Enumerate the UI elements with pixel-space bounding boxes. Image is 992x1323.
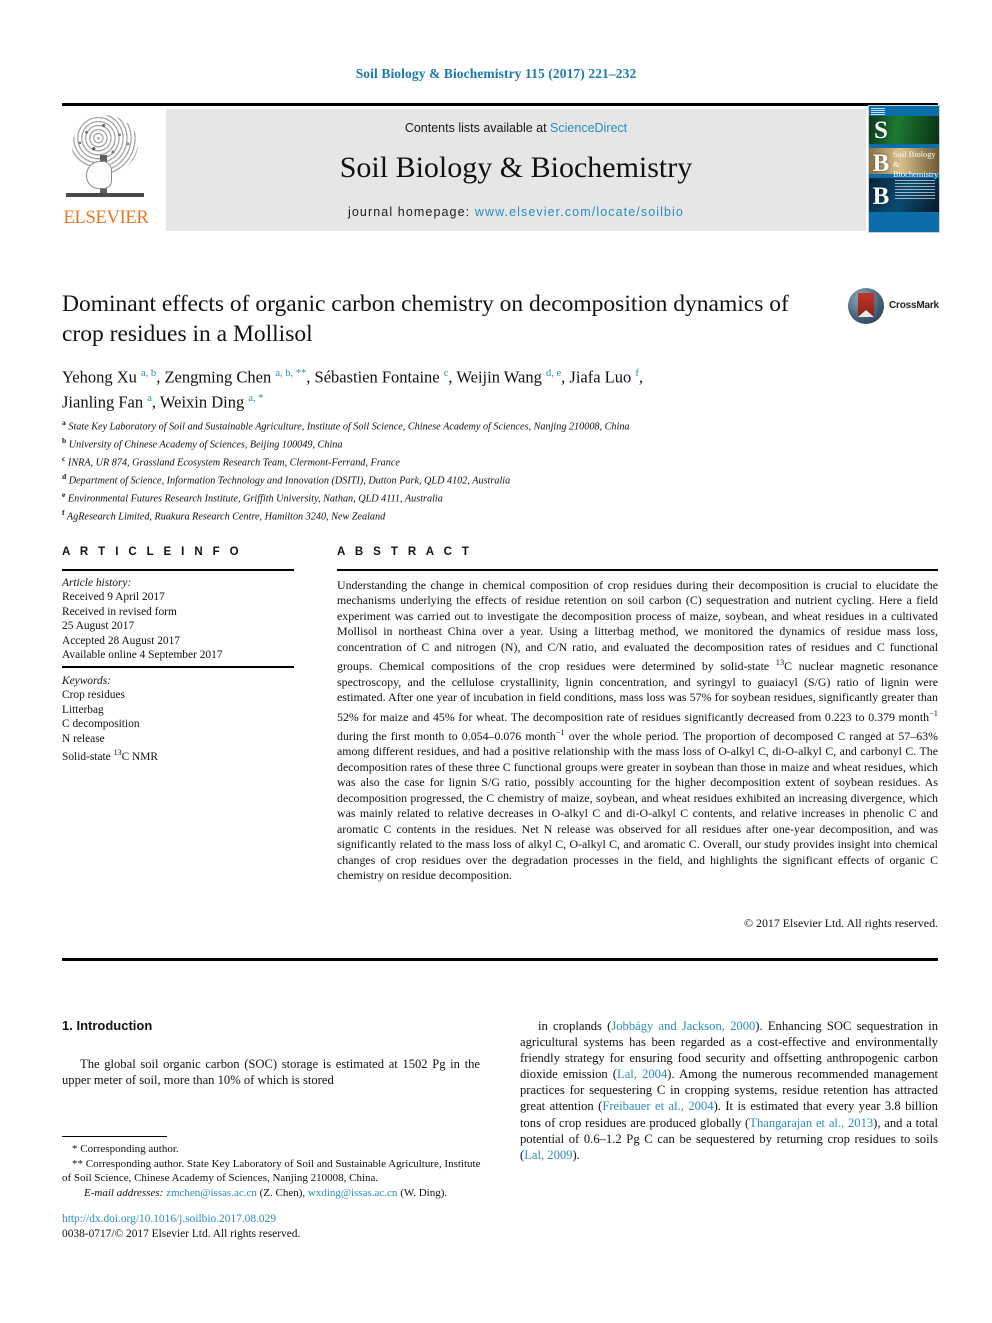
author-list: Yehong Xu a, b, Zengming Chen a, b, **, … bbox=[62, 363, 852, 412]
email-link-chen[interactable]: zmchen@issas.ac.cn bbox=[166, 1187, 257, 1199]
abstract-copyright: © 2017 Elsevier Ltd. All rights reserved… bbox=[744, 916, 938, 930]
doi-block: http://dx.doi.org/10.1016/j.soilbio.2017… bbox=[62, 1212, 482, 1242]
footnote-corresponding-2: ** Corresponding author. State Key Labor… bbox=[62, 1157, 481, 1185]
email-link-ding[interactable]: wxding@issas.ac.cn bbox=[308, 1187, 398, 1199]
footnote-corresponding-1: * Corresponding author. bbox=[72, 1143, 179, 1155]
keywords-rule bbox=[62, 666, 294, 668]
issn-copyright: 0038-0717/© 2017 Elsevier Ltd. All right… bbox=[62, 1228, 301, 1240]
abstract-rule bbox=[337, 569, 938, 571]
affiliation-item: e Environmental Futures Research Institu… bbox=[62, 488, 852, 506]
affiliation-item: f AgResearch Limited, Ruakura Research C… bbox=[62, 506, 852, 524]
contents-panel: Contents lists available at ScienceDirec… bbox=[166, 109, 866, 231]
affiliation-text: State Key Laboratory of Soil and Sustain… bbox=[65, 421, 630, 433]
article-info-rule bbox=[62, 569, 294, 571]
contents-lists-line: Contents lists available at ScienceDirec… bbox=[166, 121, 866, 135]
affiliation-item: c INRA, UR 874, Grassland Ecosystem Rese… bbox=[62, 452, 852, 470]
keyword-items: Crop residues Litterbag C decomposition N r… bbox=[62, 688, 307, 764]
journal-masthead: ELSEVIER Contents lists available at Sci… bbox=[62, 103, 940, 233]
cover-sbb-letters: SBB bbox=[872, 117, 890, 210]
journal-cover-thumbnail: SBB Soil Biology & Biochemistry bbox=[868, 105, 940, 233]
contents-prefix: Contents lists available at bbox=[404, 121, 551, 135]
abstract-heading: A B S T R A C T bbox=[337, 546, 473, 558]
article-history-item: Received in revised form bbox=[62, 605, 177, 618]
affiliation-text: AgResearch Limited, Ruakura Research Cen… bbox=[64, 511, 386, 523]
affiliation-item: b University of Chinese Academy of Scien… bbox=[62, 434, 852, 452]
keyword-item: Solid-state 13C NMR bbox=[62, 748, 158, 763]
crossmark-label: CrossMark bbox=[889, 300, 939, 311]
email-addresses-label: E-mail addresses: bbox=[84, 1186, 164, 1199]
author-line-1: Yehong Xu a, b, Zengming Chen a, b, **, … bbox=[62, 367, 644, 387]
affiliation-text: Environmental Futures Research Institute… bbox=[65, 493, 443, 505]
email-owner-chen: (Z. Chen), bbox=[259, 1186, 306, 1199]
article-history-item: Received 9 April 2017 bbox=[62, 591, 165, 604]
affiliation-text: University of Chinese Academy of Science… bbox=[66, 439, 343, 451]
doi-link[interactable]: http://dx.doi.org/10.1016/j.soilbio.2017… bbox=[62, 1212, 482, 1227]
article-history-label: Article history: bbox=[62, 577, 132, 589]
running-head: Soil Biology & Biochemistry 115 (2017) 2… bbox=[355, 66, 637, 81]
email-owner-ding: (W. Ding). bbox=[400, 1186, 448, 1199]
affiliation-text: Department of Science, Information Techn… bbox=[66, 475, 511, 487]
section-title-introduction: 1. Introduction bbox=[62, 1018, 153, 1033]
article-history-item: Accepted 28 August 2017 bbox=[62, 634, 180, 647]
footnote-email-line: E-mail addresses: zmchen@issas.ac.cn (Z.… bbox=[62, 1186, 482, 1201]
page-title: Dominant effects of organic carbon chemi… bbox=[62, 291, 789, 347]
article-history-block: Article history: Received 9 April 2017 Re… bbox=[62, 576, 307, 662]
sciencedirect-link[interactable]: ScienceDirect bbox=[550, 121, 627, 135]
journal-homepage-line: journal homepage: www.elsevier.com/locat… bbox=[166, 205, 866, 219]
article-history-item: 25 August 2017 bbox=[62, 620, 135, 633]
keyword-item: C decomposition bbox=[62, 718, 140, 731]
journal-title: Soil Biology & Biochemistry bbox=[339, 151, 693, 184]
keyword-item: N release bbox=[62, 732, 105, 745]
cover-fine-text bbox=[895, 180, 935, 200]
journal-article-first-page: Soil Biology & Biochemistry 115 (2017) 2… bbox=[0, 0, 992, 1323]
author-line-2: Jianling Fan a, Weixin Ding a, * bbox=[62, 392, 264, 411]
homepage-url-link[interactable]: www.elsevier.com/locate/soilbio bbox=[475, 205, 684, 219]
article-history-items: Received 9 April 2017 Received in revised… bbox=[62, 590, 307, 662]
keyword-item: Crop residues bbox=[62, 689, 125, 702]
body-column-left: 1. Introduction The global soil organic … bbox=[62, 1018, 480, 1088]
article-info-heading: A R T I C L E I N F O bbox=[62, 546, 243, 558]
affiliation-text: INRA, UR 874, Grassland Ecosystem Resear… bbox=[65, 457, 400, 469]
keywords-block: Keywords: Crop residues Litterbag C decomp… bbox=[62, 674, 307, 764]
homepage-prefix: journal homepage: bbox=[347, 205, 475, 219]
affiliation-list: a State Key Laboratory of Soil and Susta… bbox=[62, 416, 852, 524]
cover-journal-name: Soil Biology & Biochemistry bbox=[893, 150, 939, 179]
elsevier-tree-icon bbox=[64, 113, 148, 205]
elsevier-wordmark: ELSEVIER bbox=[63, 208, 149, 228]
keyword-item: Litterbag bbox=[62, 703, 104, 716]
masthead-top-rule bbox=[62, 103, 938, 106]
footnote-rule bbox=[62, 1136, 167, 1138]
affiliation-item: d Department of Science, Information Tec… bbox=[62, 470, 852, 488]
crossmark-icon bbox=[848, 288, 884, 324]
crossmark-badge[interactable]: CrossMark bbox=[848, 288, 940, 328]
elsevier-logo: ELSEVIER bbox=[62, 109, 150, 231]
affiliation-item: a State Key Laboratory of Soil and Susta… bbox=[62, 416, 852, 434]
intro-paragraph-left: The global soil organic carbon (SOC) sto… bbox=[62, 1057, 480, 1088]
keywords-label: Keywords: bbox=[62, 675, 111, 687]
article-history-item: Available online 4 September 2017 bbox=[62, 649, 223, 662]
intro-paragraph-right: in croplands (Jobbágy and Jackson, 2000)… bbox=[520, 1019, 939, 1162]
body-divider-rule bbox=[62, 958, 938, 961]
footnote-block: * Corresponding author. ** Corresponding… bbox=[62, 1142, 482, 1200]
abstract-text: Understanding the change in chemical com… bbox=[337, 578, 938, 883]
body-column-right: in croplands (Jobbágy and Jackson, 2000)… bbox=[520, 1018, 938, 1163]
